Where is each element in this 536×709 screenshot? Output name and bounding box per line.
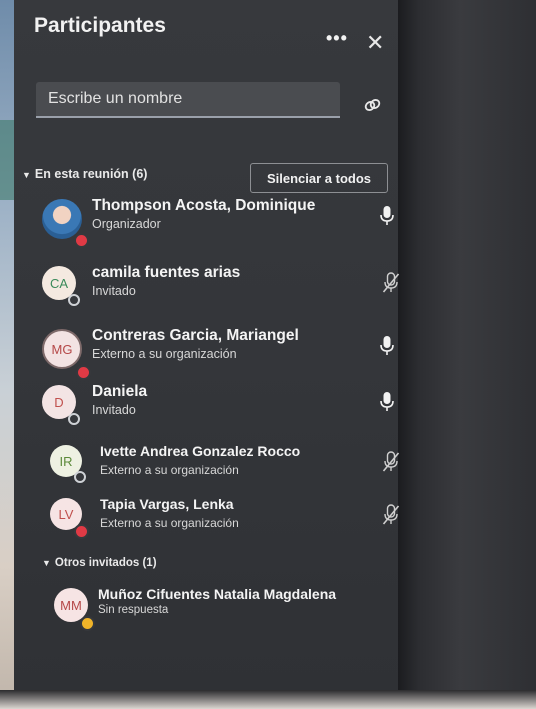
meeting-section-header[interactable]: ▼ En esta reunión (6)	[22, 167, 147, 181]
participant-role: Sin respuesta	[98, 604, 169, 616]
participant-role: Organizador	[92, 217, 161, 231]
avatar-initials-text: D	[54, 394, 64, 410]
avatar-initials-text: CA	[49, 275, 69, 291]
others-section-header[interactable]: ▼ Otros invitados (1)	[42, 557, 157, 569]
participant-name: Thompson Acosta, Dominique	[92, 197, 316, 214]
microphone-icon[interactable]	[378, 335, 396, 362]
others-section-label: Otros invitados (1)	[54, 557, 157, 569]
avatar-initials: LV	[50, 498, 89, 539]
microphone-icon[interactable]	[378, 391, 396, 418]
busy-status-icon	[74, 524, 89, 539]
participant-name: Tapia Vargas, Lenka	[100, 496, 234, 512]
panel-title: Participantes	[34, 14, 166, 37]
avatar-initials: IR	[50, 445, 86, 483]
offline-status-icon	[74, 471, 86, 483]
background-left	[0, 0, 14, 709]
participant-row[interactable]: MM Muñoz Cifuentes Natalia Magdalena Sin r…	[48, 584, 404, 636]
offline-status-icon	[68, 413, 80, 425]
microphone-muted-icon[interactable]	[382, 272, 400, 299]
monitor-bezel	[398, 0, 536, 709]
participant-role: Externo a su organización	[92, 347, 237, 361]
avatar-initials-text: MG	[51, 341, 73, 357]
busy-status-icon	[76, 365, 91, 380]
monitor-bezel-bottom	[0, 690, 536, 709]
microphone-icon[interactable]	[378, 205, 396, 232]
share-link-icon[interactable]	[364, 97, 382, 118]
search-input[interactable]	[36, 82, 340, 116]
participant-role: Externo a su organización	[100, 516, 239, 530]
participant-role: Invitado	[92, 403, 136, 417]
meeting-section-label: En esta reunión (6)	[34, 167, 148, 181]
avatar-initials-text: IR	[59, 453, 73, 469]
microphone-muted-icon[interactable]	[382, 451, 400, 478]
participant-role: Externo a su organización	[100, 463, 239, 477]
participant-row[interactable]: CA camila fuentes arias Invitado	[36, 262, 400, 314]
participant-row[interactable]: D Daniela Invitado	[36, 381, 394, 433]
avatar-photo	[42, 199, 89, 248]
mute-all-button[interactable]: Silenciar a todos	[250, 163, 388, 193]
participant-row[interactable]: IR Ivette Andrea Gonzalez Rocco Externo a …	[44, 441, 400, 493]
close-icon[interactable]: ✕	[366, 30, 384, 56]
participant-row[interactable]: LV Tapia Vargas, Lenka Externo a su organi…	[44, 494, 400, 546]
participant-name: Ivette Andrea Gonzalez Rocco	[100, 443, 301, 459]
avatar-initials: MM	[54, 588, 95, 631]
avatar-initials: CA	[42, 266, 80, 306]
offline-status-icon	[68, 294, 80, 306]
participant-role: Invitado	[92, 284, 136, 298]
busy-status-icon	[74, 233, 89, 248]
participant-name: Muñoz Cifuentes Natalia Magdalena	[98, 586, 337, 602]
avatar-initials: MG	[42, 329, 91, 380]
avatar-initials-text: LV	[58, 506, 74, 522]
participant-row[interactable]: MG Contreras Garcia, Mariangel Externo a s…	[36, 325, 394, 380]
participant-row[interactable]: Thompson Acosta, Dominique Organizador	[36, 195, 394, 248]
chevron-down-icon: ▼	[42, 558, 51, 568]
search-field[interactable]	[36, 82, 340, 118]
avatar-initials-text: MM	[60, 597, 82, 613]
more-options-icon[interactable]: •••	[326, 28, 348, 49]
participant-name: Daniela	[92, 383, 148, 400]
microphone-muted-icon[interactable]	[382, 504, 400, 531]
participant-name: Contreras Garcia, Mariangel	[92, 327, 299, 344]
participant-name: camila fuentes arias	[92, 264, 241, 281]
away-status-icon	[80, 616, 95, 631]
participants-panel: Participantes ••• ✕ ▼En esta reunión (6)…	[14, 0, 400, 690]
avatar-initials: D	[42, 385, 80, 425]
chevron-down-icon: ▼	[22, 170, 31, 180]
